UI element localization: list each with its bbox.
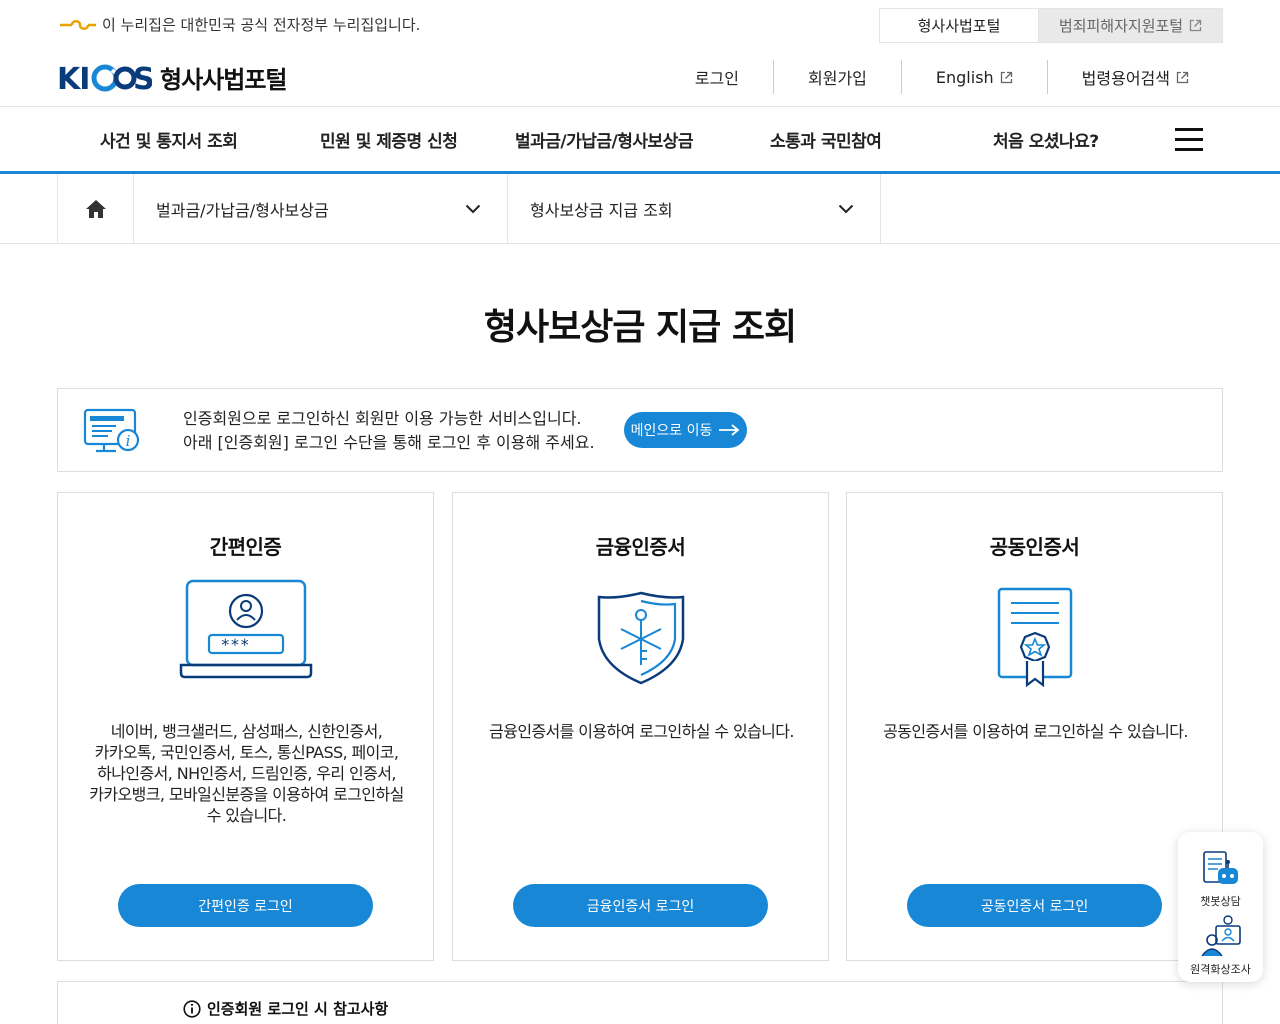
chatbot-button[interactable]: 챗봇상담 [1178, 848, 1263, 909]
card-description: 네이버, 뱅크샐러드, 삼성패스, 신한인증서, 카카오톡, 국민인증서, 토스… [78, 721, 415, 826]
joint-cert-card: 공동인증서 공동인증서를 이용하여 로그인하실 수 있습니다. 공동인증서 로그… [846, 492, 1223, 961]
remote-video-button[interactable]: 원격화상조사 [1178, 914, 1263, 977]
util-label: 법령용어검색 [1081, 69, 1170, 88]
remote-video-label: 원격화상조사 [1190, 963, 1251, 976]
simple-auth-card: 간편인증 *** 네이버, 뱅크샐러드, 삼성패스, 신한인증서, 카카오톡, … [57, 492, 434, 961]
login-required-notice: i 인증회원으로 로그인하신 회원만 이용 가능한 서비스입니다. 아래 [인증… [57, 388, 1223, 472]
chatbot-label: 챗봇상담 [1200, 895, 1241, 908]
kics-logo-icon: KI S [57, 62, 152, 94]
tab-label: 형사사법포털 [917, 17, 1001, 35]
video-call-icon [1200, 915, 1241, 957]
laptop-user-icon: *** [179, 579, 312, 679]
gnb-first-visit[interactable]: 처음 오셨나요? [993, 127, 1099, 152]
desc-line: 카카오뱅크, 모바일신분증을 이용하여 로그인하실 [89, 785, 404, 804]
gov-notice: 이 누리집은 대한민국 공식 전자정부 누리집입니다. [58, 14, 420, 35]
external-link-icon [1000, 71, 1012, 83]
gnb-fines-compensation[interactable]: 벌과금/가납금/형사보상금 [515, 127, 693, 152]
gnb-case-lookup[interactable]: 사건 및 통지서 조회 [100, 127, 238, 152]
svg-text:KI: KI [57, 62, 89, 94]
notice-line-2: 아래 [인증회원] 로그인 수단을 통해 로그인 후 이용해 주세요. [183, 433, 595, 452]
card-title: 공동인증서 [989, 535, 1080, 559]
gov-bar: 이 누리집은 대한민국 공식 전자정부 누리집입니다. 형사사법포털 범죄피해자… [0, 0, 1280, 50]
login-link[interactable]: 로그인 [661, 60, 773, 94]
chatbot-icon [1202, 851, 1238, 884]
brand-logo[interactable]: KI S 형사사법포털 [57, 60, 287, 95]
external-link-icon [1176, 71, 1189, 83]
desc-line: 네이버, 뱅크샐러드, 삼성패스, 신한인증서, [110, 722, 383, 741]
financial-cert-card: 금융인증서 금융인증서를 이용하여 로그인하실 수 있습니다. 금융인증서 로그… [452, 492, 829, 961]
breadcrumb-depth2-label: 형사보상금 지급 조회 [530, 200, 673, 220]
card-title: 금융인증서 [595, 535, 686, 559]
breadcrumb-depth1-label: 벌과금/가납금/형사보상금 [156, 200, 329, 220]
monitor-info-icon: i [83, 408, 140, 453]
home-icon [85, 199, 106, 218]
menu-icon[interactable] [1175, 128, 1203, 152]
go-main-label: 메인으로 이동 [630, 423, 713, 439]
desc-line: 금융인증서를 이용하여 로그인하실 수 있습니다. [489, 722, 794, 741]
util-label: 회원가입 [808, 69, 867, 88]
chevron-down-icon [838, 204, 854, 213]
breadcrumb-depth1-select[interactable]: 벌과금/가납금/형사보상금 [134, 174, 508, 243]
reference-title: 인증회원 로그인 시 참고사항 [183, 998, 388, 1019]
law-term-search-link[interactable]: 법령용어검색 [1046, 60, 1223, 94]
breadcrumb-depth2-select[interactable]: 형사보상금 지급 조회 [508, 174, 881, 243]
joint-cert-login-button[interactable]: 공동인증서 로그인 [907, 884, 1162, 927]
site-header: KI S 형사사법포털 로그인 회원가입 English 법령용어검색 [0, 50, 1280, 107]
tab-victim-portal[interactable]: 범죄피해자지원포털 [1039, 8, 1223, 43]
shield-key-icon [597, 591, 684, 685]
notice-line-1: 인증회원으로 로그인하신 회원만 이용 가능한 서비스입니다. [183, 409, 582, 428]
tab-label: 범죄피해자지원포털 [1058, 17, 1184, 35]
portal-tabs: 형사사법포털 범죄피해자지원포털 [879, 8, 1223, 43]
certificate-icon [997, 587, 1072, 688]
desc-line: 카카오톡, 국민인증서, 토스, 통신PASS, 페이코, [94, 743, 399, 762]
page-title: 형사보상금 지급 조회 [483, 307, 797, 348]
gnb-civil-petition[interactable]: 민원 및 제증명 신청 [320, 127, 458, 152]
global-nav: 사건 및 통지서 조회 민원 및 제증명 신청 벌과금/가납금/형사보상금 소통… [0, 107, 1280, 174]
quick-menu: 챗봇상담 원격화상조사 [1178, 832, 1263, 982]
svg-text:S: S [133, 62, 152, 94]
english-link[interactable]: English [900, 60, 1047, 94]
util-nav: 로그인 회원가입 English 법령용어검색 [661, 60, 1223, 94]
login-reference-box: 인증회원 로그인 시 참고사항 [57, 981, 1223, 1024]
gov-emblem-icon [60, 19, 96, 30]
arrow-right-icon [719, 424, 740, 436]
simple-auth-login-button[interactable]: 간편인증 로그인 [118, 884, 373, 927]
svg-text:***: *** [220, 635, 249, 654]
signup-link[interactable]: 회원가입 [773, 60, 901, 94]
util-label: 로그인 [694, 69, 739, 88]
gov-notice-text: 이 누리집은 대한민국 공식 전자정부 누리집입니다. [102, 16, 421, 34]
external-link-icon [1189, 19, 1202, 32]
financial-cert-login-button[interactable]: 금융인증서 로그인 [513, 884, 768, 927]
svg-text:i: i [126, 432, 131, 450]
info-icon [183, 999, 201, 1018]
notice-text: 인증회원으로 로그인하신 회원만 이용 가능한 서비스입니다. 아래 [인증회원… [183, 407, 595, 455]
chevron-down-icon [465, 204, 481, 213]
card-title: 간편인증 [209, 535, 282, 559]
desc-line: 수 있습니다. [206, 806, 287, 825]
site-name: 형사사법포털 [160, 66, 287, 94]
card-description: 공동인증서를 이용하여 로그인하실 수 있습니다. [867, 721, 1204, 742]
tab-kics-portal[interactable]: 형사사법포털 [879, 8, 1039, 43]
home-button[interactable] [57, 174, 134, 243]
desc-line: 공동인증서를 이용하여 로그인하실 수 있습니다. [883, 722, 1188, 741]
gnb-communication[interactable]: 소통과 국민참여 [770, 127, 882, 152]
reference-title-text: 인증회원 로그인 시 참고사항 [207, 1000, 389, 1018]
go-main-button[interactable]: 메인으로 이동 [624, 412, 747, 448]
desc-line: 하나인증서, NH인증서, 드림인증, 우리 인증서, [97, 764, 396, 783]
breadcrumb: 벌과금/가납금/형사보상금 형사보상금 지급 조회 [0, 174, 1280, 244]
util-label: English [935, 67, 994, 87]
card-description: 금융인증서를 이용하여 로그인하실 수 있습니다. [473, 721, 810, 742]
